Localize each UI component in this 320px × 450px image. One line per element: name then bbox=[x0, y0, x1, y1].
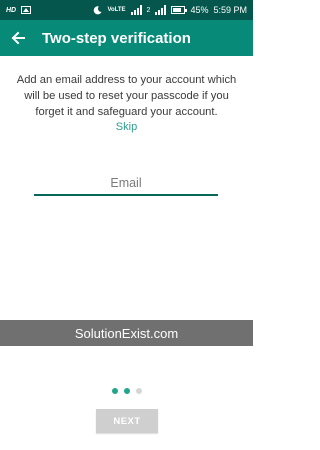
page-indicator bbox=[0, 388, 253, 394]
status-time: 5:59 PM bbox=[213, 5, 247, 15]
main-content: Add an email address to your account whi… bbox=[0, 56, 253, 196]
status-bar-left: HD bbox=[6, 6, 32, 14]
signal2-icon bbox=[155, 5, 167, 15]
page-title: Two-step verification bbox=[42, 29, 191, 47]
page-dot-3 bbox=[135, 388, 142, 394]
watermark-banner: SolutionExist.com bbox=[0, 320, 253, 346]
gallery-icon bbox=[21, 6, 32, 14]
app-bar: Two-step verification bbox=[0, 20, 253, 56]
status-bar: HD VoLTE 2 45% 5:59 PM bbox=[0, 0, 253, 20]
page-dot-1 bbox=[111, 388, 118, 394]
battery-percent: 45% bbox=[190, 5, 209, 15]
back-button[interactable] bbox=[0, 20, 36, 56]
volte-icon: VoLTE bbox=[107, 7, 126, 13]
email-field[interactable] bbox=[34, 174, 218, 192]
signal-icon bbox=[130, 5, 142, 15]
status-bar-right: VoLTE 2 45% 5:59 PM bbox=[93, 5, 247, 15]
arrow-left-icon bbox=[11, 31, 25, 45]
next-button[interactable]: NEXT bbox=[96, 409, 158, 433]
battery-icon bbox=[171, 6, 188, 14]
description-text: Add an email address to your account whi… bbox=[16, 74, 237, 118]
skip-link[interactable]: Skip bbox=[0, 121, 253, 133]
hd-icon: HD bbox=[6, 6, 17, 14]
watermark-text: SolutionExist.com bbox=[74, 325, 179, 341]
moon-icon bbox=[94, 5, 102, 14]
signal2-label: 2 bbox=[146, 6, 151, 14]
email-field-container bbox=[34, 174, 218, 196]
page-dot-2 bbox=[123, 388, 130, 394]
